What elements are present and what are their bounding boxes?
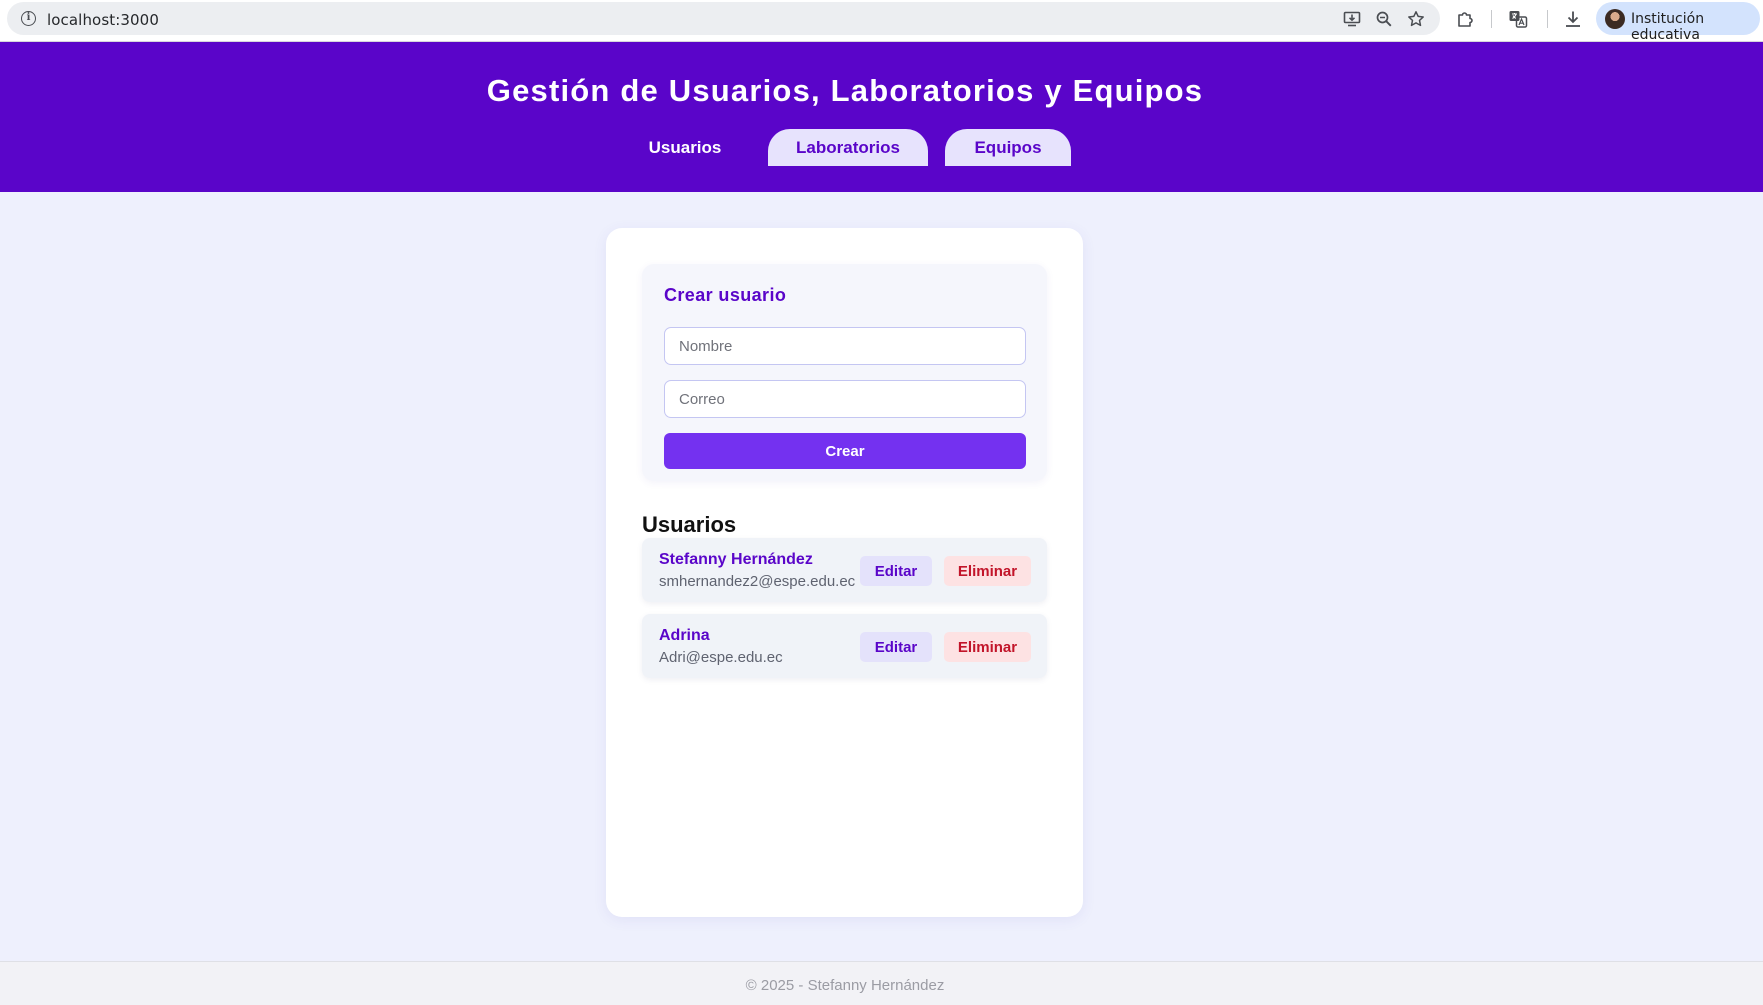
info-icon[interactable]: i — [21, 11, 36, 26]
address-url[interactable]: localhost:3000 — [47, 11, 159, 29]
form-title: Crear usuario — [664, 285, 787, 305]
main-card: Crear usuario Crear Usuarios Stefanny He… — [606, 228, 1083, 917]
create-user-form: Crear usuario Crear — [642, 264, 1047, 481]
user-name: Adrina — [659, 627, 710, 644]
page-title: Gestión de Usuarios, Laboratorios y Equi… — [486, 73, 1204, 108]
tab-usuarios[interactable]: Usuarios — [635, 129, 735, 166]
users-heading: Usuarios — [642, 512, 737, 537]
profile-label: Institución educativa — [1631, 11, 1705, 43]
email-input[interactable] — [664, 380, 1026, 418]
app-header: Gestión de Usuarios, Laboratorios y Equi… — [0, 42, 1763, 192]
edit-button[interactable]: Editar — [860, 632, 932, 662]
create-button[interactable]: Crear — [664, 433, 1026, 469]
download-icon[interactable] — [1562, 8, 1584, 30]
name-input[interactable] — [664, 327, 1026, 365]
user-email: Adri@espe.edu.ec — [659, 649, 783, 666]
address-bar[interactable]: i localhost:3000 — [7, 2, 1440, 35]
translate-icon[interactable] — [1507, 8, 1529, 30]
delete-button[interactable]: Eliminar — [944, 556, 1031, 586]
user-list-item: Adrina Adri@espe.edu.ec Editar Eliminar — [642, 614, 1047, 678]
user-list-item: Stefanny Hernández smhernandez2@espe.edu… — [642, 538, 1047, 602]
user-email: smhernandez2@espe.edu.ec — [659, 573, 856, 590]
tab-laboratorios[interactable]: Laboratorios — [768, 129, 928, 166]
profile-avatar — [1605, 9, 1625, 29]
tab-equipos[interactable]: Equipos — [945, 129, 1071, 166]
edit-button[interactable]: Editar — [860, 556, 932, 586]
toolbar-divider — [1491, 10, 1492, 28]
footer-copyright: © 2025 - Stefanny Hernández — [745, 977, 945, 994]
zoom-icon[interactable] — [1374, 9, 1394, 29]
profile-button[interactable]: Institución educativa — [1596, 2, 1760, 43]
toolbar-divider — [1547, 10, 1548, 28]
install-app-icon[interactable] — [1342, 9, 1362, 29]
extensions-icon[interactable] — [1454, 8, 1476, 30]
browser-toolbar: i localhost:3000 Institución educativa — [0, 0, 1763, 43]
user-name: Stefanny Hernández — [659, 551, 813, 568]
delete-button[interactable]: Eliminar — [944, 632, 1031, 662]
page-footer: © 2025 - Stefanny Hernández — [0, 961, 1763, 1005]
bookmark-star-icon[interactable] — [1406, 9, 1426, 29]
